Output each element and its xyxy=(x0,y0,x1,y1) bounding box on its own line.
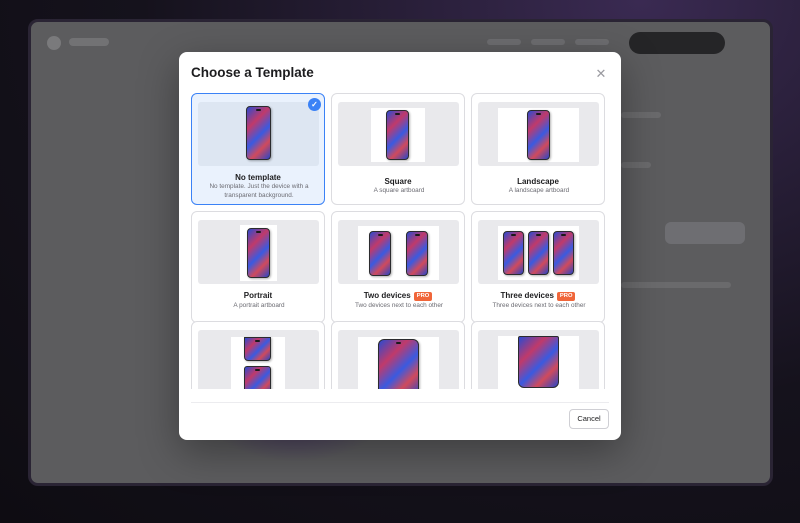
cancel-button[interactable]: Cancel xyxy=(569,409,609,429)
nav-link-placeholder xyxy=(487,39,521,45)
phone-device-icon xyxy=(247,228,270,278)
phone-device-icon xyxy=(553,231,574,275)
background-text-line xyxy=(621,282,731,288)
template-title: Portrait xyxy=(243,291,273,300)
template-preview xyxy=(478,102,599,166)
template-preview xyxy=(198,102,319,166)
template-title: Square xyxy=(384,177,412,186)
template-title-text: Two devices xyxy=(363,291,411,300)
template-title: Two devices PRO xyxy=(332,291,464,301)
close-icon[interactable]: ✕ xyxy=(593,66,609,82)
template-description: A portrait artboard xyxy=(233,302,285,309)
phone-device-icon xyxy=(246,106,271,160)
template-dialog: Choose a Template ✕ ✓ No template No tem… xyxy=(179,52,621,440)
template-preview xyxy=(338,220,459,284)
background-text-line xyxy=(621,112,661,118)
template-description: Two devices next to each other xyxy=(354,302,444,309)
template-title: No template xyxy=(235,173,281,182)
app-brand-placeholder xyxy=(69,38,109,46)
template-description: No template. Just the device with a tran… xyxy=(209,183,309,199)
template-card-two-devices[interactable]: Two devices PRO Two devices next to each … xyxy=(331,211,465,323)
template-card-portrait[interactable]: Portrait A portrait artboard xyxy=(191,211,325,323)
landscape-artboard xyxy=(358,226,439,280)
template-preview xyxy=(478,330,599,389)
phone-device-icon xyxy=(527,110,550,160)
phone-device-icon xyxy=(528,231,549,275)
template-preview xyxy=(478,220,599,284)
phone-closeup-icon xyxy=(518,336,559,388)
template-preview xyxy=(338,330,459,389)
nav-link-placeholder xyxy=(575,39,609,45)
template-card-three-devices[interactable]: Three devices PRO Three devices next to e… xyxy=(471,211,605,323)
template-preview xyxy=(198,330,319,389)
header-cta-button xyxy=(629,32,725,54)
phone-device-icon xyxy=(386,110,409,160)
app-logo-icon xyxy=(47,36,61,50)
phone-device-icon xyxy=(244,337,271,361)
template-description: A landscape artboard xyxy=(508,187,570,194)
landscape-artboard xyxy=(358,337,439,389)
pro-badge: PRO xyxy=(413,292,433,301)
pro-badge: PRO xyxy=(556,292,576,301)
dialog-title: Choose a Template xyxy=(191,65,314,80)
phone-device-icon xyxy=(378,339,419,389)
square-artboard xyxy=(371,108,425,162)
phone-device-icon xyxy=(244,366,271,389)
template-title: Three devices PRO xyxy=(472,291,604,301)
template-card-no-template[interactable]: ✓ No template No template. Just the devi… xyxy=(191,93,325,205)
nav-link-placeholder xyxy=(531,39,565,45)
template-preview xyxy=(338,102,459,166)
landscape-artboard xyxy=(498,336,579,389)
desktop-background: Choose a Template ✕ ✓ No template No tem… xyxy=(0,0,800,523)
phone-device-icon xyxy=(503,231,524,275)
landscape-artboard xyxy=(498,108,579,162)
checkmark-icon: ✓ xyxy=(308,98,321,111)
phone-device-icon xyxy=(406,231,428,276)
template-description: Three devices next to each other xyxy=(492,302,586,309)
template-title-text: Three devices xyxy=(500,291,554,300)
template-title: Landscape xyxy=(517,177,559,186)
landscape-artboard xyxy=(498,226,579,280)
background-text-line xyxy=(621,162,651,168)
background-card xyxy=(665,222,745,244)
template-card-square[interactable]: Square A square artboard xyxy=(331,93,465,205)
template-card-large-phone[interactable] xyxy=(331,321,465,389)
template-card-landscape[interactable]: Landscape A landscape artboard xyxy=(471,93,605,205)
portrait-artboard xyxy=(231,337,285,389)
footer-divider xyxy=(191,402,609,403)
portrait-artboard xyxy=(240,225,277,281)
template-preview xyxy=(198,220,319,284)
template-grid[interactable]: ✓ No template No template. Just the devi… xyxy=(191,93,609,389)
phone-device-icon xyxy=(369,231,391,276)
template-card-close-up[interactable] xyxy=(471,321,605,389)
template-card-stacked[interactable] xyxy=(191,321,325,389)
template-description: A square artboard xyxy=(373,187,425,194)
